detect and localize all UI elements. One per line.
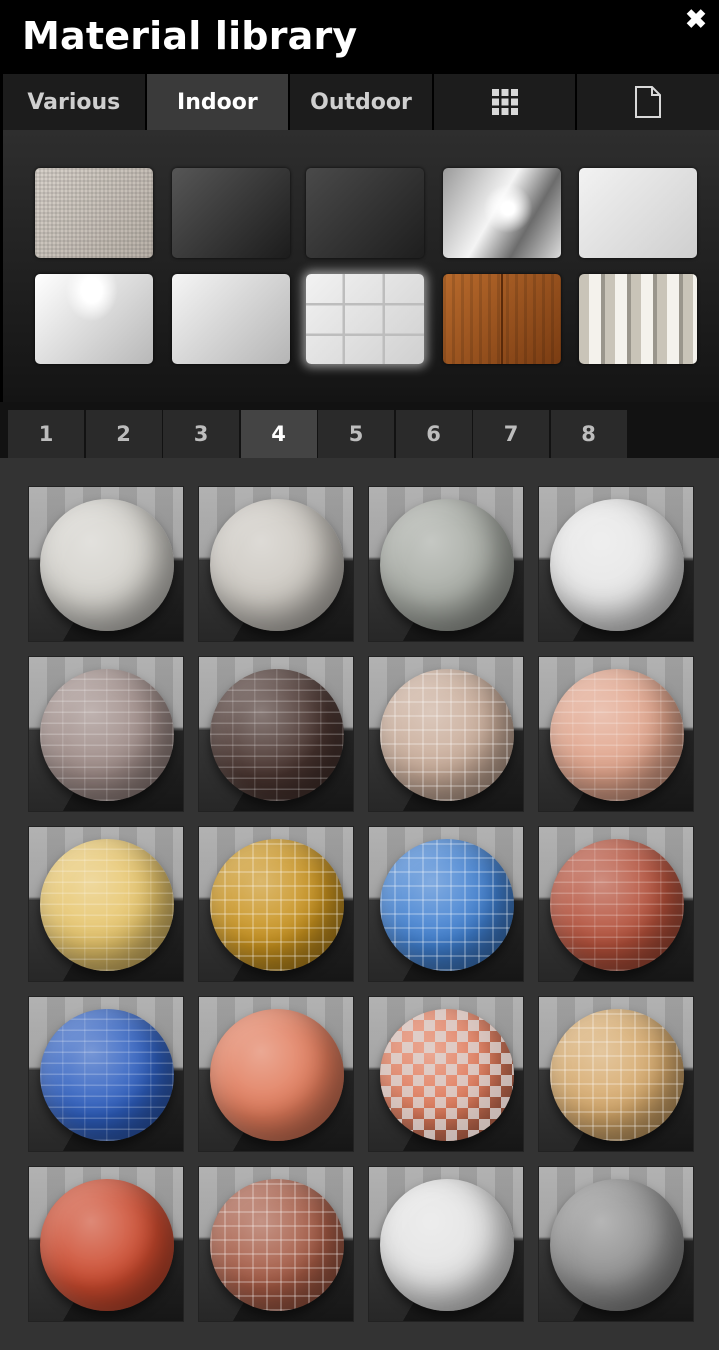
material-preview-sphere: [210, 1179, 344, 1311]
material-blue-mosaic-tiles[interactable]: [368, 826, 524, 982]
material-grey-plain[interactable]: [538, 1166, 694, 1322]
window-title: Material library: [22, 14, 358, 58]
swatch-marble[interactable]: [172, 274, 290, 364]
swatch-curtain[interactable]: [579, 274, 697, 364]
tab-document[interactable]: [577, 74, 719, 130]
material-preview-sphere: [550, 669, 684, 801]
page-tab-6[interactable]: 6: [395, 410, 472, 458]
material-preview-sphere: [40, 1179, 174, 1311]
material-preview-sphere: [550, 1179, 684, 1311]
material-yellow-mosaic-tiles[interactable]: [28, 826, 184, 982]
swatch-leather[interactable]: [306, 168, 424, 258]
page-tab-4[interactable]: 4: [240, 410, 317, 458]
document-icon: [635, 86, 662, 118]
material-grey-green-tiles[interactable]: [368, 486, 524, 642]
material-preview-sphere: [40, 669, 174, 801]
material-preview-sphere: [210, 499, 344, 631]
tab-various[interactable]: Various: [3, 74, 145, 130]
material-orange-checker-tiles[interactable]: [368, 996, 524, 1152]
material-amber-mosaic-tiles[interactable]: [198, 826, 354, 982]
material-preview-sphere: [550, 499, 684, 631]
page-tab-3[interactable]: 3: [163, 410, 239, 458]
material-preview-sphere: [380, 839, 514, 971]
title-bar: Material library ✖: [0, 0, 719, 72]
material-preview-sphere: [550, 1009, 684, 1141]
material-beige-grey-tiles[interactable]: [198, 486, 354, 642]
page-tabs: 12345678: [0, 402, 719, 458]
material-salmon-brick-tiles[interactable]: [538, 656, 694, 812]
tab-indoor[interactable]: Indoor: [146, 74, 289, 130]
material-dark-brown-brick-tiles[interactable]: [198, 656, 354, 812]
page-tab-8[interactable]: 8: [550, 410, 627, 458]
material-brown-terracotta-tiles[interactable]: [198, 1166, 354, 1322]
material-terracotta-plain[interactable]: [198, 996, 354, 1152]
swatch-wood-floor[interactable]: [443, 274, 561, 364]
material-light-grey-stone-tiles[interactable]: [28, 486, 184, 642]
swatch-white-stucco[interactable]: [579, 168, 697, 258]
tab-grid-view[interactable]: [433, 74, 576, 130]
close-icon[interactable]: ✖: [684, 6, 708, 32]
material-preview-sphere: [380, 1179, 514, 1311]
material-preview-sphere: [380, 499, 514, 631]
material-red-crazy-paving[interactable]: [28, 1166, 184, 1322]
swatch-white-gloss[interactable]: [35, 274, 153, 364]
page-tab-7[interactable]: 7: [473, 410, 549, 458]
material-blue-brick-tiles[interactable]: [28, 996, 184, 1152]
material-mauve-brick-tiles[interactable]: [28, 656, 184, 812]
page-tab-2[interactable]: 2: [85, 410, 162, 458]
swatch-brushed-metal[interactable]: [443, 168, 561, 258]
material-preview-sphere: [40, 499, 174, 631]
material-preview-sphere: [40, 839, 174, 971]
material-preview-sphere: [210, 1009, 344, 1141]
material-grid: [0, 458, 719, 1350]
page-tab-1[interactable]: 1: [8, 410, 84, 458]
grid-icon: [491, 89, 518, 115]
material-preview-sphere: [40, 1009, 174, 1141]
page-tab-5[interactable]: 5: [318, 410, 394, 458]
category-tabs: Various Indoor Outdoor: [3, 74, 719, 130]
material-beige-cobble-tiles[interactable]: [368, 656, 524, 812]
material-white-tiles-plain[interactable]: [368, 1166, 524, 1322]
material-preview-sphere: [210, 839, 344, 971]
swatch-fabric[interactable]: [35, 168, 153, 258]
material-sand-tiles[interactable]: [538, 996, 694, 1152]
material-preview-sphere: [550, 839, 684, 971]
tab-outdoor[interactable]: Outdoor: [290, 74, 432, 130]
material-preview-sphere: [380, 1009, 514, 1141]
material-white-stone-tiles[interactable]: [538, 486, 694, 642]
material-preview-sphere: [380, 669, 514, 801]
swatch-dark-glossy[interactable]: [172, 168, 290, 258]
preset-swatches: [3, 130, 719, 402]
material-red-brick-tiles[interactable]: [538, 826, 694, 982]
swatch-white-tiles[interactable]: [306, 274, 424, 364]
material-preview-sphere: [210, 669, 344, 801]
